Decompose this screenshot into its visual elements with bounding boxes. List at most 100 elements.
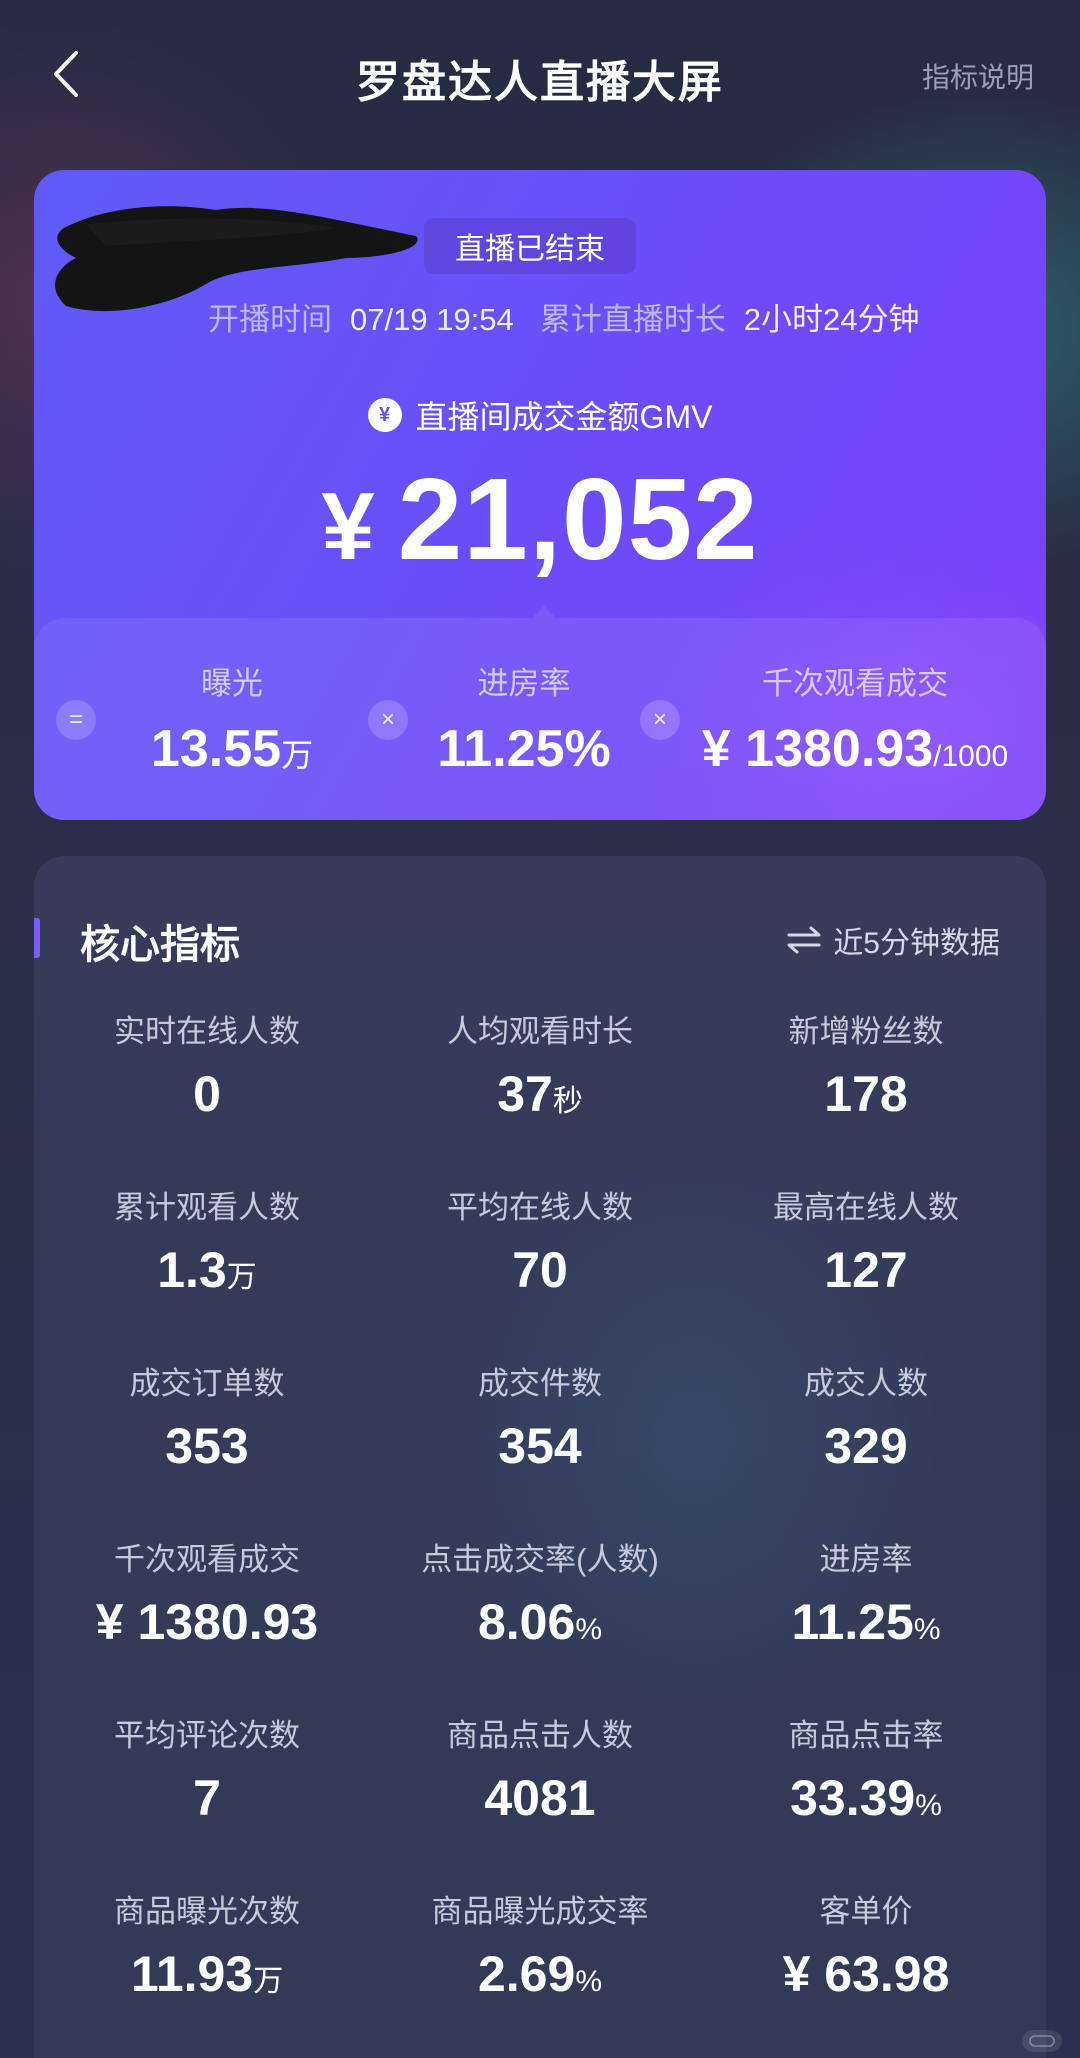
metric-number: 0 [193, 1066, 221, 1122]
metric-label: 商品曝光成交率 [431, 1894, 649, 1929]
metric-label: 成交件数 [478, 1366, 602, 1401]
metric-label: 成交人数 [804, 1366, 928, 1401]
metric-value: 329 [701, 1417, 1031, 1475]
metric-cell: 新增粉丝数 178 [701, 1006, 1031, 1123]
metric-cell: 客单价 ¥ 63.98 [701, 1886, 1031, 2003]
exposure-metric: 曝光 13.55万 [112, 658, 352, 779]
metric-unit: 万 [281, 737, 314, 773]
metric-unit: 万 [226, 1261, 257, 1294]
yen-coin-icon: ¥ [367, 398, 402, 432]
metric-label: 曝光 [201, 666, 263, 701]
metric-number: 2.69 [477, 1946, 576, 2002]
metric-number: 13.55 [150, 720, 282, 778]
metric-cell: 商品曝光次数 11.93万 [42, 1886, 372, 2003]
core-metrics-title: 核心指标 [80, 923, 240, 967]
metric-value: 11.93万 [42, 1945, 372, 2003]
metric-unit: /1000 [933, 740, 1009, 773]
metric-help-link[interactable]: 指标说明 [922, 56, 1034, 96]
metric-number: 1.3 [157, 1242, 227, 1298]
metric-label: 千次观看成交 [762, 666, 948, 701]
multiply-icon: × [368, 700, 408, 740]
gmv-formula-panel: = × × 曝光 13.55万 进房率 11.25% 千次观看成交 ¥ 1380… [34, 606, 1046, 820]
metric-number: 329 [824, 1418, 908, 1474]
metric-value: 4081 [375, 1769, 705, 1827]
metric-number: ¥ 1380.93 [95, 1594, 319, 1650]
swap-arrows-icon [787, 926, 821, 954]
metric-label: 千次观看成交 [114, 1542, 300, 1577]
metric-unit: % [915, 1789, 942, 1822]
core-metrics-card: 核心指标 近5分钟数据 实时在线人数 0 人均观看时长 37秒 新增粉丝数 17… [34, 856, 1046, 2058]
metric-value: 354 [375, 1417, 705, 1475]
multiply-icon: × [640, 700, 680, 740]
metric-label: 平均在线人数 [447, 1190, 633, 1225]
metric-value: 178 [701, 1065, 1031, 1123]
metric-value: ¥ 63.98 [701, 1945, 1031, 2003]
metric-value: ¥ 1380.93 [42, 1593, 372, 1651]
metric-value: ¥ 1380.93/1000 [690, 719, 1020, 779]
metric-value: 2.69% [375, 1945, 705, 2003]
metric-number: 178 [824, 1066, 908, 1122]
metric-label: 进房率 [819, 1542, 913, 1577]
metric-value: 0 [42, 1065, 372, 1123]
recent-data-toggle[interactable]: 近5分钟数据 [785, 918, 1000, 962]
metric-number: 11.25% [437, 720, 611, 778]
metric-label: 最高在线人数 [773, 1190, 959, 1225]
metric-label: 点击成交率(人数) [421, 1542, 659, 1577]
gpm-metric: 千次观看成交 ¥ 1380.93/1000 [690, 658, 1020, 779]
metric-cell: 成交件数 354 [375, 1358, 705, 1475]
metric-value: 127 [701, 1241, 1031, 1299]
metric-number: 33.39 [790, 1770, 916, 1826]
metric-number: 4081 [484, 1770, 596, 1826]
metric-number: 8.06 [477, 1594, 576, 1650]
metric-number: 37 [497, 1066, 553, 1122]
metric-label: 平均评论次数 [114, 1718, 300, 1753]
metric-cell: 成交订单数 353 [42, 1358, 372, 1475]
equals-icon: = [56, 700, 96, 740]
metric-number: 353 [165, 1418, 249, 1474]
top-bar: 罗盘达人直播大屏 指标说明 [0, 0, 1080, 150]
metric-label: 商品曝光次数 [114, 1894, 300, 1929]
watermark-logo [1022, 2030, 1062, 2052]
metric-number: 11.93 [130, 1946, 254, 2002]
metric-number: 127 [824, 1242, 908, 1298]
gmv-label: 直播间成交金额GMV [415, 399, 713, 435]
metric-unit: 秒 [552, 1085, 583, 1118]
metric-cell: 千次观看成交 ¥ 1380.93 [42, 1534, 372, 1651]
metric-value: 1.3万 [42, 1241, 372, 1299]
metric-value: 70 [375, 1241, 705, 1299]
metric-value: 13.55万 [112, 719, 352, 779]
metric-number: 70 [512, 1242, 568, 1298]
metric-value: 7 [42, 1769, 372, 1827]
metric-label: 客单价 [819, 1894, 913, 1929]
metric-cell: 商品点击率 33.39% [701, 1710, 1031, 1827]
metric-label: 商品点击率 [788, 1718, 944, 1753]
metric-cell: 点击成交率(人数) 8.06% [375, 1534, 705, 1651]
metric-number: ¥ 63.98 [782, 1946, 950, 2002]
metric-number: 11.25 [791, 1594, 914, 1650]
metric-unit: % [913, 1613, 941, 1646]
page-title: 罗盘达人直播大屏 [356, 58, 724, 107]
gmv-amount: 21,052 [397, 454, 759, 584]
metric-value: 8.06% [375, 1593, 705, 1651]
gmv-value: ¥21,052 [34, 452, 1046, 586]
metric-cell: 平均评论次数 7 [42, 1710, 372, 1827]
metric-cell: 成交人数 329 [701, 1358, 1031, 1475]
live-info-line: 开播时间 07/19 19:54 累计直播时长 2小时24分钟 [208, 294, 920, 339]
metric-value: 11.25% [404, 719, 644, 779]
metric-unit: 万 [253, 1965, 284, 1998]
live-status-badge: 直播已结束 [424, 218, 636, 274]
metric-label: 实时在线人数 [114, 1014, 300, 1049]
metric-label: 成交订单数 [129, 1366, 285, 1401]
recent-data-label: 近5分钟数据 [833, 927, 1000, 960]
metric-number: ¥ 1380.93 [701, 720, 934, 778]
gmv-summary-card: 直播已结束 开播时间 07/19 19:54 累计直播时长 2小时24分钟 ¥ 直播间… [34, 170, 1046, 820]
metric-label: 进房率 [477, 666, 571, 701]
entry-rate-metric: 进房率 11.25% [404, 658, 644, 779]
metric-value: 37秒 [375, 1065, 705, 1123]
metric-unit: % [575, 1613, 602, 1646]
metric-label: 累计观看人数 [114, 1190, 300, 1225]
metric-number: 7 [193, 1770, 221, 1826]
metric-label: 新增粉丝数 [788, 1014, 944, 1049]
page: 罗盘达人直播大屏 指标说明 直播已结束 开播时间 07/19 19:54 累计直播时… [0, 0, 1080, 2058]
metric-cell: 人均观看时长 37秒 [375, 1006, 705, 1123]
